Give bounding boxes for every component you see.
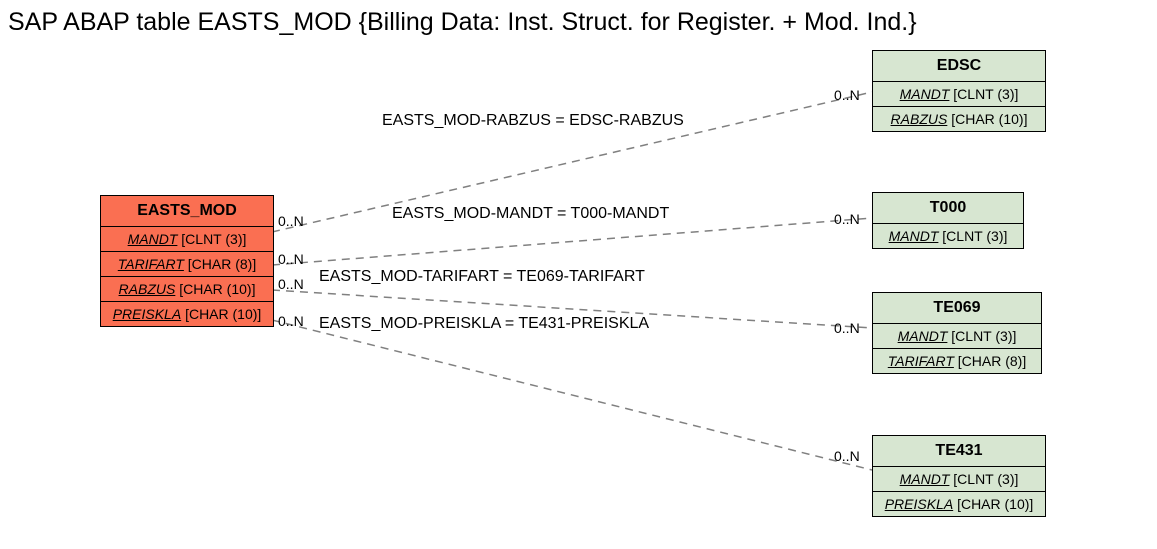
entity-name: EASTS_MOD bbox=[101, 196, 273, 227]
entity-name: TE069 bbox=[873, 293, 1041, 324]
cardinality: 0..N bbox=[834, 320, 860, 336]
entity-field: RABZUS [CHAR (10)] bbox=[873, 107, 1045, 131]
entity-field: PREISKLA [CHAR (10)] bbox=[101, 302, 273, 326]
relation-label: EASTS_MOD-RABZUS = EDSC-RABZUS bbox=[382, 112, 684, 130]
entity-field: TARIFART [CHAR (8)] bbox=[101, 252, 273, 277]
cardinality: 0..N bbox=[278, 213, 304, 229]
cardinality: 0..N bbox=[278, 251, 304, 267]
entity-name: T000 bbox=[873, 193, 1023, 224]
entity-field: MANDT [CLNT (3)] bbox=[873, 324, 1041, 349]
entity-t000: T000 MANDT [CLNT (3)] bbox=[872, 192, 1024, 249]
entity-field: TARIFART [CHAR (8)] bbox=[873, 349, 1041, 373]
entity-name: EDSC bbox=[873, 51, 1045, 82]
relation-label: EASTS_MOD-PREISKLA = TE431-PREISKLA bbox=[319, 315, 649, 333]
entity-edsc: EDSC MANDT [CLNT (3)] RABZUS [CHAR (10)] bbox=[872, 50, 1046, 132]
entity-field: MANDT [CLNT (3)] bbox=[873, 224, 1023, 248]
entity-field: MANDT [CLNT (3)] bbox=[873, 467, 1045, 492]
entity-te069: TE069 MANDT [CLNT (3)] TARIFART [CHAR (8… bbox=[872, 292, 1042, 374]
entity-field: MANDT [CLNT (3)] bbox=[101, 227, 273, 252]
entity-field: MANDT [CLNT (3)] bbox=[873, 82, 1045, 107]
entity-field: RABZUS [CHAR (10)] bbox=[101, 277, 273, 302]
page-title: SAP ABAP table EASTS_MOD {Billing Data: … bbox=[8, 8, 917, 37]
cardinality: 0..N bbox=[834, 87, 860, 103]
cardinality: 0..N bbox=[834, 211, 860, 227]
relation-label: EASTS_MOD-TARIFART = TE069-TARIFART bbox=[319, 268, 645, 286]
entity-name: TE431 bbox=[873, 436, 1045, 467]
entity-field: PREISKLA [CHAR (10)] bbox=[873, 492, 1045, 516]
relation-label: EASTS_MOD-MANDT = T000-MANDT bbox=[392, 205, 669, 223]
cardinality: 0..N bbox=[834, 448, 860, 464]
entity-easts-mod: EASTS_MOD MANDT [CLNT (3)] TARIFART [CHA… bbox=[100, 195, 274, 327]
entity-te431: TE431 MANDT [CLNT (3)] PREISKLA [CHAR (1… bbox=[872, 435, 1046, 517]
cardinality: 0..N bbox=[278, 313, 304, 329]
cardinality: 0..N bbox=[278, 276, 304, 292]
